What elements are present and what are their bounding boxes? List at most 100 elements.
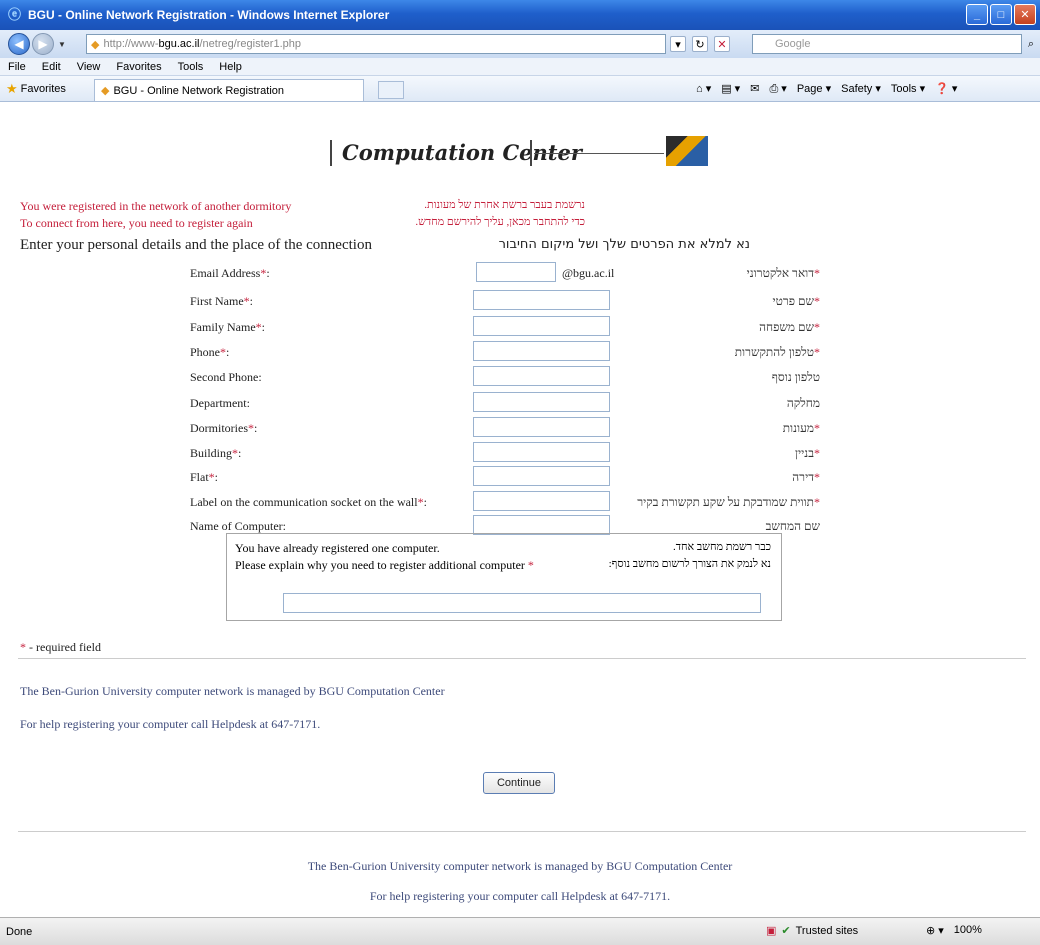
department-label: Department: (190, 396, 250, 410)
computer-name-field[interactable] (473, 515, 610, 535)
instructions-he: נא למלא את הפרטים שלך ושל מיקום החיבור (498, 237, 750, 252)
menu-help[interactable]: Help (211, 61, 250, 73)
browser-tab[interactable]: ◆ BGU - Online Network Registration (94, 79, 364, 101)
required-field-note: * - required field (20, 640, 101, 654)
zoom-icon: ⊕ ▾ (926, 925, 944, 937)
page-menu[interactable]: Page ▾ (797, 82, 831, 96)
help-icon[interactable]: ❓ ▾ (935, 82, 957, 96)
menu-view[interactable]: View (69, 61, 109, 73)
first-name-field[interactable] (473, 290, 610, 310)
second-phone-field[interactable] (473, 366, 610, 386)
divider (18, 658, 1026, 659)
department-label-he: מחלקה (786, 396, 820, 410)
compatibility-icon[interactable]: ▾ (670, 36, 686, 52)
feeds-icon[interactable]: ▤ ▾ (721, 82, 740, 96)
new-tab-button[interactable] (378, 81, 404, 99)
error-message-he-2: כדי להתחבר מכאן, עליך להירשם מחדש. (415, 216, 585, 228)
first-name-label: First Name*: (190, 294, 254, 308)
zoom-level: 100% (953, 924, 982, 936)
tab-title: BGU - Online Network Registration (113, 84, 285, 97)
error-message-en-1: You were registered in the network of an… (20, 199, 292, 213)
url-domain: bgu.ac.il (158, 38, 200, 50)
email-field[interactable] (476, 262, 556, 282)
explanation-input[interactable] (283, 593, 761, 613)
family-name-label: Family Name*: (190, 320, 265, 334)
back-button[interactable]: ◀ (8, 33, 30, 55)
search-placeholder: Google (775, 38, 811, 50)
error-message-he-1: נרשמת בעבר ברשת אחרת של מעונות. (424, 199, 585, 211)
favorites-button[interactable]: ★ Favorites (0, 81, 66, 97)
continue-button[interactable]: Continue (483, 772, 555, 794)
home-icon[interactable]: ⌂ ▾ (696, 82, 711, 96)
title-bar: ⓔ BGU - Online Network Registration - Wi… (0, 0, 1040, 30)
status-text: Done (6, 925, 33, 938)
computer-name-label: Name of Computer: (190, 519, 286, 533)
url-field[interactable]: ◆ http://www- bgu.ac.il /netreg/register… (86, 34, 666, 54)
window-controls: _ □ ✕ (966, 4, 1036, 25)
tab-favicon-icon: ◆ (101, 85, 110, 97)
socket-label-label: Label on the communication socket on the… (190, 495, 427, 509)
page-content: Computation Center You were registered i… (0, 102, 1040, 917)
footer-bottom-managed-by: The Ben-Gurion University computer netwo… (307, 859, 733, 873)
url-prefix: http://www- (103, 38, 159, 50)
internet-explorer-icon: ⓔ (8, 7, 22, 22)
family-name-field[interactable] (473, 316, 610, 336)
second-phone-label-he: טלפון נוסף (771, 370, 820, 384)
email-label: Email Address*: (190, 266, 270, 280)
notice-en-line2: Please explain why you need to register … (235, 558, 534, 572)
first-name-label-he: *שם פרטי (772, 294, 820, 308)
building-field[interactable] (473, 442, 610, 462)
search-icon[interactable]: ⌕ (1022, 34, 1040, 54)
logo-divider-left (330, 140, 332, 166)
address-toolbar: ◀ ▶ ▼ ◆ http://www- bgu.ac.il /netreg/re… (0, 30, 1040, 58)
star-icon: ★ (6, 80, 18, 96)
phone-label: Phone*: (190, 345, 230, 359)
zoom-control[interactable]: ⊕ ▾ 100% (926, 924, 982, 937)
department-field[interactable] (473, 392, 610, 412)
building-label: Building*: (190, 446, 242, 460)
status-bar: Done ▣ ✔ Trusted sites ⊕ ▾ 100% (0, 917, 1040, 945)
site-favicon-icon: ◆ (91, 38, 100, 51)
menu-file[interactable]: File (0, 61, 34, 73)
mail-icon[interactable]: ✉ (750, 82, 759, 96)
print-icon[interactable]: ⎙ ▾ (769, 82, 786, 96)
tools-menu[interactable]: Tools ▾ (891, 82, 925, 96)
footer-managed-by: The Ben-Gurion University computer netwo… (20, 684, 445, 698)
command-bar: ⌂ ▾ ▤ ▾ ✉ ⎙ ▾ Page ▾ Safety ▾ Tools ▾ ❓ … (696, 82, 957, 96)
instructions-en: Enter your personal details and the plac… (20, 237, 372, 253)
menu-favorites[interactable]: Favorites (108, 61, 169, 73)
dormitories-label-he: *מעונות (782, 421, 820, 435)
flat-field[interactable] (473, 466, 610, 486)
favorites-label: Favorites (20, 82, 66, 95)
notice-he-line2: נא לנמק את הצורך לרשום מחשב נוסף: (608, 558, 771, 570)
menu-bar: File Edit View Favorites Tools Help (0, 58, 1040, 76)
logo-divider-right (530, 140, 532, 166)
stop-icon[interactable]: ✕ (714, 36, 730, 52)
close-button[interactable]: ✕ (1014, 4, 1036, 25)
safety-menu[interactable]: Safety ▾ (841, 82, 881, 96)
divider-bottom (18, 831, 1026, 832)
forward-button[interactable]: ▶ (32, 33, 54, 55)
trusted-check-icon: ✔ (781, 925, 791, 937)
search-input[interactable]: Google (752, 34, 1022, 54)
computation-center-logo: Computation Center (330, 136, 730, 170)
logo-image (666, 136, 708, 166)
socket-label-label-he: *תווית שמודבקת על שקע תקשורת בקיר (637, 495, 820, 509)
phone-field[interactable] (473, 341, 610, 361)
security-zone[interactable]: ▣ ✔ Trusted sites (766, 924, 858, 938)
dormitories-field[interactable] (473, 417, 610, 437)
maximize-button[interactable]: □ (990, 4, 1012, 25)
socket-label-field[interactable] (473, 491, 610, 511)
menu-tools[interactable]: Tools (170, 61, 212, 73)
url-path: /netreg/register1.php (199, 38, 301, 50)
footer-bottom-helpdesk: For help registering your computer call … (369, 889, 671, 903)
notice-en-line1: You have already registered one computer… (235, 541, 440, 555)
history-dropdown-icon[interactable]: ▼ (58, 40, 66, 49)
refresh-icon[interactable]: ↻ (692, 36, 708, 52)
protected-mode-icon: ▣ (766, 925, 777, 937)
flat-label-he: *דירה (792, 470, 820, 484)
menu-edit[interactable]: Edit (34, 61, 69, 73)
favorites-bar: ★ Favorites ◆ BGU - Online Network Regis… (0, 76, 1040, 102)
minimize-button[interactable]: _ (966, 4, 988, 25)
address-tools: ▾ ↻ ✕ (670, 36, 730, 52)
